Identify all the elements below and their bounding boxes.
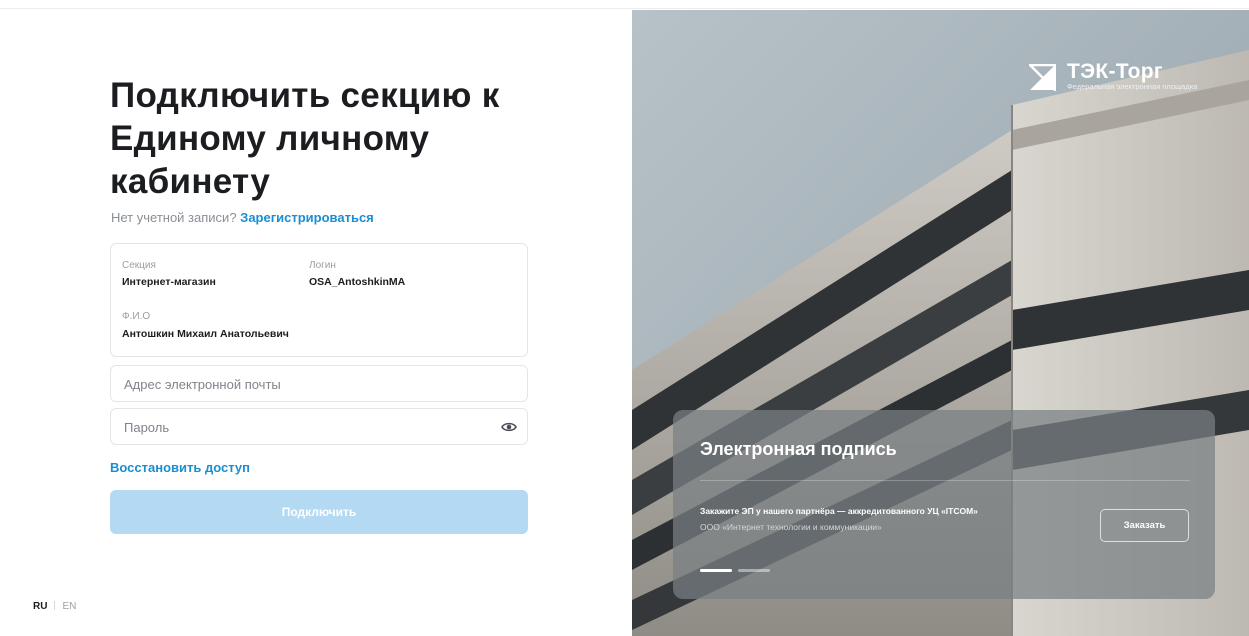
email-placeholder: Адрес электронной почты bbox=[124, 377, 281, 392]
login-value: OSA_AntoshkinMA bbox=[309, 276, 406, 288]
hero-panel: ТЭК-Торг Федеральная электронная площадк… bbox=[632, 10, 1249, 636]
order-button[interactable]: Заказать bbox=[1100, 509, 1189, 542]
register-link[interactable]: Зарегистрироваться bbox=[240, 210, 374, 225]
brand-logo: ТЭК-Торг Федеральная электронная площадк… bbox=[1029, 60, 1229, 100]
language-switcher: RU EN bbox=[33, 601, 76, 612]
promo-title: Электронная подпись bbox=[700, 439, 897, 459]
login-panel: Подключить секцию к Единому личному каби… bbox=[0, 10, 632, 636]
no-account-text: Нет учетной записи? bbox=[111, 210, 237, 225]
page: Подключить секцию к Единому личному каби… bbox=[0, 0, 1249, 636]
section-info-card: Секция Интернет-магазин Логин OSA_Antosh… bbox=[110, 243, 528, 357]
promo-text-sub: ООО «Интернет технологии и коммуникации» bbox=[700, 522, 882, 532]
brand-subtitle: Федеральная электронная площадка bbox=[1067, 82, 1198, 91]
no-account-row: Нет учетной записи? Зарегистрироваться bbox=[111, 210, 374, 225]
top-bar bbox=[0, 0, 1249, 9]
password-placeholder: Пароль bbox=[124, 420, 170, 435]
promo-card: Электронная подпись Закажите ЭП у нашего… bbox=[673, 410, 1215, 599]
lang-en[interactable]: EN bbox=[62, 601, 76, 612]
promo-divider bbox=[700, 480, 1190, 481]
password-field[interactable]: Пароль bbox=[110, 408, 528, 445]
slide-indicator-1[interactable] bbox=[700, 569, 732, 572]
section-value: Интернет-магазин bbox=[122, 276, 216, 288]
promo-text-main: Закажите ЭП у нашего партнёра — аккредит… bbox=[700, 506, 978, 516]
brand-name: ТЭК-Торг bbox=[1067, 60, 1163, 83]
lang-divider bbox=[54, 601, 56, 610]
login-label: Логин bbox=[309, 260, 336, 271]
restore-access-link[interactable]: Восстановить доступ bbox=[110, 460, 250, 475]
slide-indicator-2[interactable] bbox=[738, 569, 770, 572]
page-title: Подключить секцию к Единому личному каби… bbox=[110, 76, 500, 201]
logo-mark-icon bbox=[1029, 64, 1056, 91]
connect-button[interactable]: Подключить bbox=[110, 490, 528, 534]
fio-label: Ф.И.О bbox=[122, 311, 151, 322]
fio-value: Антошкин Михаил Анатольевич bbox=[122, 328, 289, 340]
email-field[interactable]: Адрес электронной почты bbox=[110, 365, 528, 402]
section-label: Секция bbox=[122, 260, 156, 271]
lang-ru[interactable]: RU bbox=[33, 601, 47, 612]
eye-icon[interactable] bbox=[501, 419, 517, 435]
